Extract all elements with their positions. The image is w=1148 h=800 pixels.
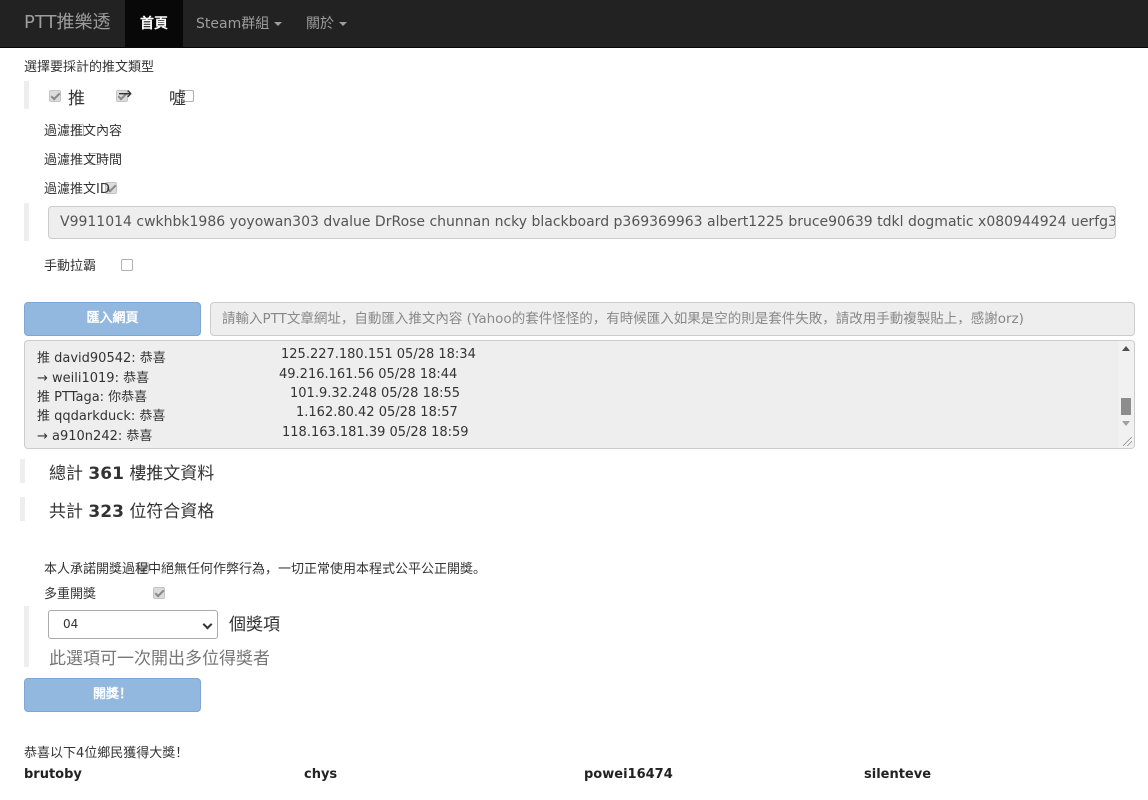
- nav-about-label: 關於: [306, 16, 334, 32]
- navbar: PTT推樂透 首頁 Steam群組 關於: [0, 0, 1148, 48]
- import-button[interactable]: 匯入網頁: [24, 302, 201, 336]
- arrow-label: →: [118, 84, 133, 104]
- multi-draw-hint: 此選項可一次開出多位得獎者: [49, 649, 270, 669]
- push-log-textarea[interactable]: 推 david90542: 恭喜 125.227.180.151 05/28 1…: [24, 340, 1135, 449]
- log-line: 推 qqdarkduck: 恭喜: [37, 409, 166, 424]
- pledge-label: 本人承諾開獎過程中絕無任何作弊行為，一切正常使用本程式公平公正開獎。: [44, 562, 487, 577]
- qualified-prefix: 共計: [49, 502, 83, 522]
- log-meta: 101.9.32.248 05/28 18:55: [290, 386, 461, 401]
- manual-lottery-label: 手動拉霸: [44, 259, 97, 274]
- log-meta: 125.227.180.151 05/28 18:34: [281, 347, 476, 362]
- multi-draw-label: 多重開獎: [44, 587, 97, 602]
- log-scrollbar[interactable]: [1118, 341, 1134, 448]
- resize-grip-icon[interactable]: [1123, 437, 1132, 446]
- log-line: 推 PTTaga: 你恭喜: [37, 390, 148, 405]
- total-push-stat: 總計 361 樓推文資料: [49, 459, 214, 484]
- push-checkbox[interactable]: [49, 89, 61, 102]
- nav-steam-group-label: Steam群組: [196, 16, 270, 32]
- draw-button[interactable]: 開獎！: [24, 678, 201, 712]
- prize-count-select[interactable]: 04: [48, 610, 218, 639]
- filter-id-input[interactable]: V9911014 cwkhbk1986 yoyowan303 dvalue Dr…: [48, 206, 1116, 239]
- winner-name: powei16474: [584, 767, 673, 782]
- push-label: 推: [68, 89, 85, 109]
- prize-count-value: 04: [63, 617, 79, 631]
- quote-bar: [20, 497, 25, 521]
- multi-draw-checkbox[interactable]: [153, 586, 166, 599]
- winner-name: brutoby: [24, 767, 82, 782]
- boo-label: 噓: [169, 89, 186, 109]
- quote-bar: [24, 606, 29, 667]
- log-meta: 118.163.181.39 05/28 18:59: [282, 425, 469, 440]
- qualified-stat: 共計 323 位符合資格: [49, 497, 214, 522]
- manual-lottery-checkbox[interactable]: [120, 258, 133, 271]
- total-prefix: 總計: [49, 464, 83, 484]
- prize-unit-label: 個獎項: [229, 615, 280, 635]
- log-meta: 1.162.80.42 05/28 18:57: [296, 405, 458, 420]
- log-line: → weili1019: 恭喜: [37, 371, 150, 386]
- brand-logo[interactable]: PTT推樂透: [24, 0, 111, 48]
- chevron-down-icon: [339, 22, 347, 26]
- nav-about[interactable]: 關於: [306, 0, 347, 48]
- qualified-count: 323: [88, 502, 124, 522]
- winner-name: chys: [304, 767, 338, 782]
- nav-home[interactable]: 首頁: [125, 0, 183, 48]
- scroll-up-icon[interactable]: [1122, 346, 1130, 351]
- filter-time-label: 過濾推文時間: [44, 153, 123, 168]
- nav-steam-group[interactable]: Steam群組: [196, 0, 283, 48]
- filter-id-label: 過濾推文ID: [44, 182, 110, 197]
- qualified-suffix: 位符合資格: [129, 502, 215, 522]
- chevron-down-icon: [274, 22, 283, 26]
- chevron-down-icon: [202, 619, 213, 630]
- quote-bar: [24, 203, 29, 241]
- total-suffix: 樓推文資料: [129, 464, 215, 484]
- results-heading: 恭喜以下4位鄉民獲得大獎！: [24, 746, 189, 761]
- url-input[interactable]: 請輸入PTT文章網址，自動匯入推文內容 (Yahoo的套件怪怪的，有時候匯入如果…: [210, 302, 1135, 336]
- total-count: 361: [88, 464, 124, 484]
- quote-bar: [20, 459, 25, 483]
- scroll-down-icon[interactable]: [1122, 421, 1130, 426]
- filter-content-label: 過濾推文內容: [44, 124, 123, 139]
- log-meta: 49.216.161.56 05/28 18:44: [279, 367, 458, 382]
- log-line: → a910n242: 恭喜: [37, 429, 153, 444]
- log-line: 推 david90542: 恭喜: [37, 351, 166, 366]
- winner-name: silenteve: [864, 767, 932, 782]
- scroll-thumb[interactable]: [1121, 398, 1131, 415]
- quote-bar: [24, 81, 29, 109]
- push-type-heading: 選擇要採計的推文類型: [24, 60, 155, 75]
